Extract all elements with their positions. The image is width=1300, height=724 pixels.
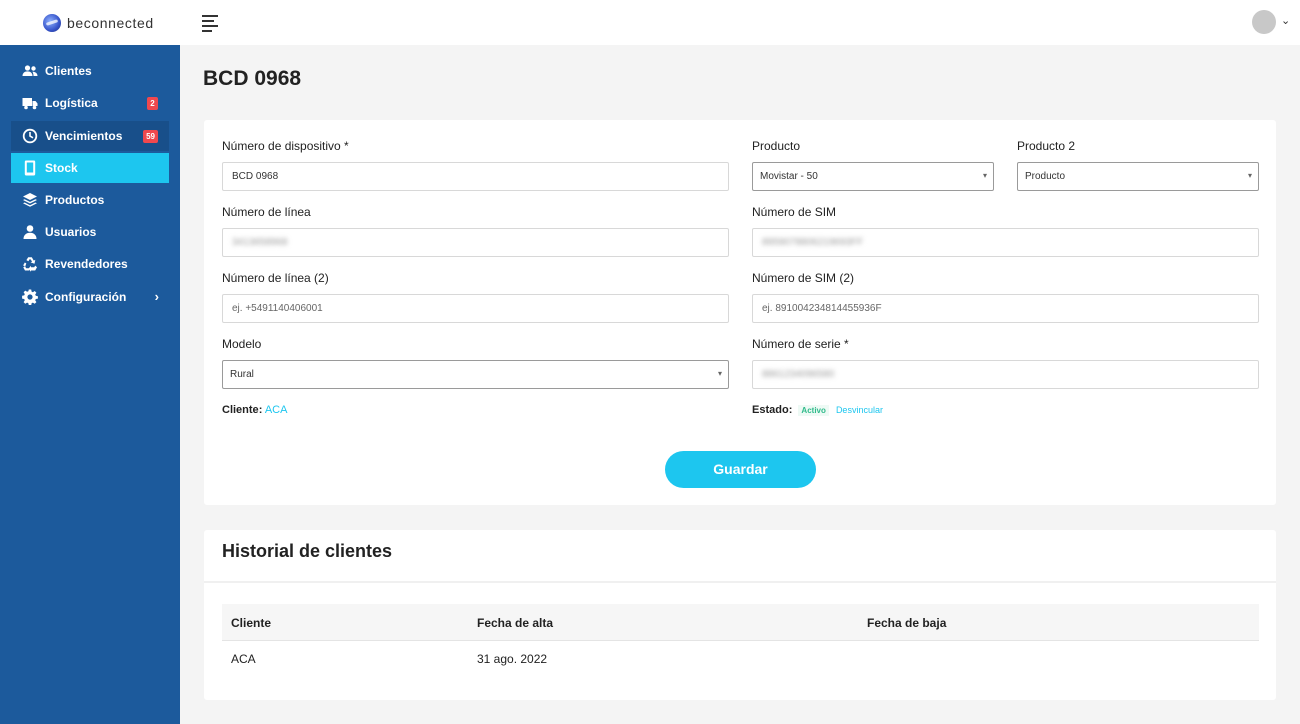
chevron-down-icon: ▾ <box>982 171 987 180</box>
sidebar-item-logistica[interactable]: Logística 2 <box>11 88 169 118</box>
notification-badge: 2 <box>147 97 158 110</box>
client-label: Cliente <box>222 404 259 416</box>
layers-icon <box>22 192 38 208</box>
unlink-link[interactable]: Desvincular <box>836 405 883 415</box>
line-number2-label: Número de línea (2) <box>222 271 329 285</box>
sidebar-item-label: Stock <box>45 161 78 175</box>
sim-number-value: 8959078806219693FF <box>762 237 864 248</box>
serial-number-input[interactable]: 8861234096580 <box>752 360 1259 389</box>
sidebar-item-usuarios[interactable]: Usuarios <box>11 217 169 247</box>
sidebar-item-label: Usuarios <box>45 225 97 239</box>
product2-label: Producto 2 <box>1017 139 1076 153</box>
sim-number-label: Número de SIM <box>752 205 837 219</box>
sidebar-item-revendedores[interactable]: Revendedores <box>11 249 169 279</box>
product-select-value: Movistar - 50 <box>760 171 818 182</box>
users-icon <box>22 63 38 79</box>
status-badge: Activo <box>798 405 829 416</box>
sim-number2-input[interactable] <box>752 294 1259 323</box>
product-select[interactable]: Movistar - 50 ▾ <box>752 162 994 191</box>
sim-number-input[interactable]: 8959078806219693FF <box>752 228 1259 257</box>
cell-fecha-alta: 31 ago. 2022 <box>477 652 548 666</box>
menu-toggle-icon[interactable] <box>202 15 218 32</box>
sidebar-item-label: Logística <box>45 96 98 110</box>
clock-icon <box>22 128 38 144</box>
cell-cliente: ACA <box>231 652 256 666</box>
save-button[interactable]: Guardar <box>665 451 816 488</box>
model-label: Modelo <box>222 337 262 351</box>
serial-number-label: Número de serie * <box>752 337 849 351</box>
line-number-input[interactable]: 3413658968 <box>222 228 729 257</box>
sidebar-item-label: Productos <box>45 193 105 207</box>
sidebar-item-label: Vencimientos <box>45 129 123 143</box>
product2-select-value: Producto <box>1025 171 1066 182</box>
sidebar-item-productos[interactable]: Productos <box>11 185 169 215</box>
product2-select[interactable]: Producto ▾ <box>1017 162 1259 191</box>
page-title: BCD 0968 <box>203 67 302 90</box>
line-number2-input[interactable] <box>222 294 729 323</box>
serial-number-value: 8861234096580 <box>762 369 835 380</box>
sidebar-item-vencimientos[interactable]: Vencimientos 59 <box>11 121 169 151</box>
divider <box>204 581 1276 583</box>
model-select[interactable]: Rural ▾ <box>222 360 729 389</box>
gear-icon <box>22 289 38 305</box>
device-number-label: Número de dispositivo * <box>222 139 349 153</box>
brand-logo[interactable]: beconnected <box>43 14 154 32</box>
line-number-value: 3413658968 <box>232 237 288 248</box>
client-link[interactable]: ACA <box>265 404 288 416</box>
status-label: Estado <box>752 404 789 416</box>
sidebar-item-label: Clientes <box>45 64 92 78</box>
device-number-input[interactable] <box>222 162 729 191</box>
sim-number2-label: Número de SIM (2) <box>752 271 855 285</box>
recycle-icon <box>22 256 38 272</box>
chevron-down-icon: ▾ <box>717 369 722 378</box>
product-label: Producto <box>752 139 801 153</box>
status-info: Estado: Activo Desvincular <box>752 404 883 416</box>
brand-name: beconnected <box>67 15 154 31</box>
avatar[interactable] <box>1252 10 1276 34</box>
top-bar: beconnected ⌄ <box>0 0 1300 45</box>
sidebar-item-configuracion[interactable]: Configuración › <box>11 282 169 312</box>
chevron-right-icon: › <box>154 289 159 304</box>
sidebar-item-label: Revendedores <box>45 257 128 271</box>
sidebar-item-stock[interactable]: Stock <box>11 153 169 183</box>
truck-icon <box>22 95 38 111</box>
column-header-fecha-alta: Fecha de alta <box>477 616 554 630</box>
sidebar-item-label: Configuración <box>45 290 127 304</box>
history-title: Historial de clientes <box>222 541 393 561</box>
user-icon <box>22 224 38 240</box>
globe-icon <box>43 14 61 32</box>
notification-badge: 59 <box>143 130 158 143</box>
column-header-cliente: Cliente <box>231 616 272 630</box>
mobile-icon <box>22 160 38 176</box>
table-header <box>222 604 1259 641</box>
line-number-label: Número de línea <box>222 205 311 219</box>
sidebar-item-clientes[interactable]: Clientes <box>11 56 169 86</box>
model-select-value: Rural <box>230 369 254 380</box>
chevron-down-icon: ▾ <box>1247 171 1252 180</box>
client-info: Cliente: ACA <box>222 404 288 416</box>
chevron-down-icon[interactable]: ⌄ <box>1281 14 1290 27</box>
column-header-fecha-baja: Fecha de baja <box>867 616 947 630</box>
